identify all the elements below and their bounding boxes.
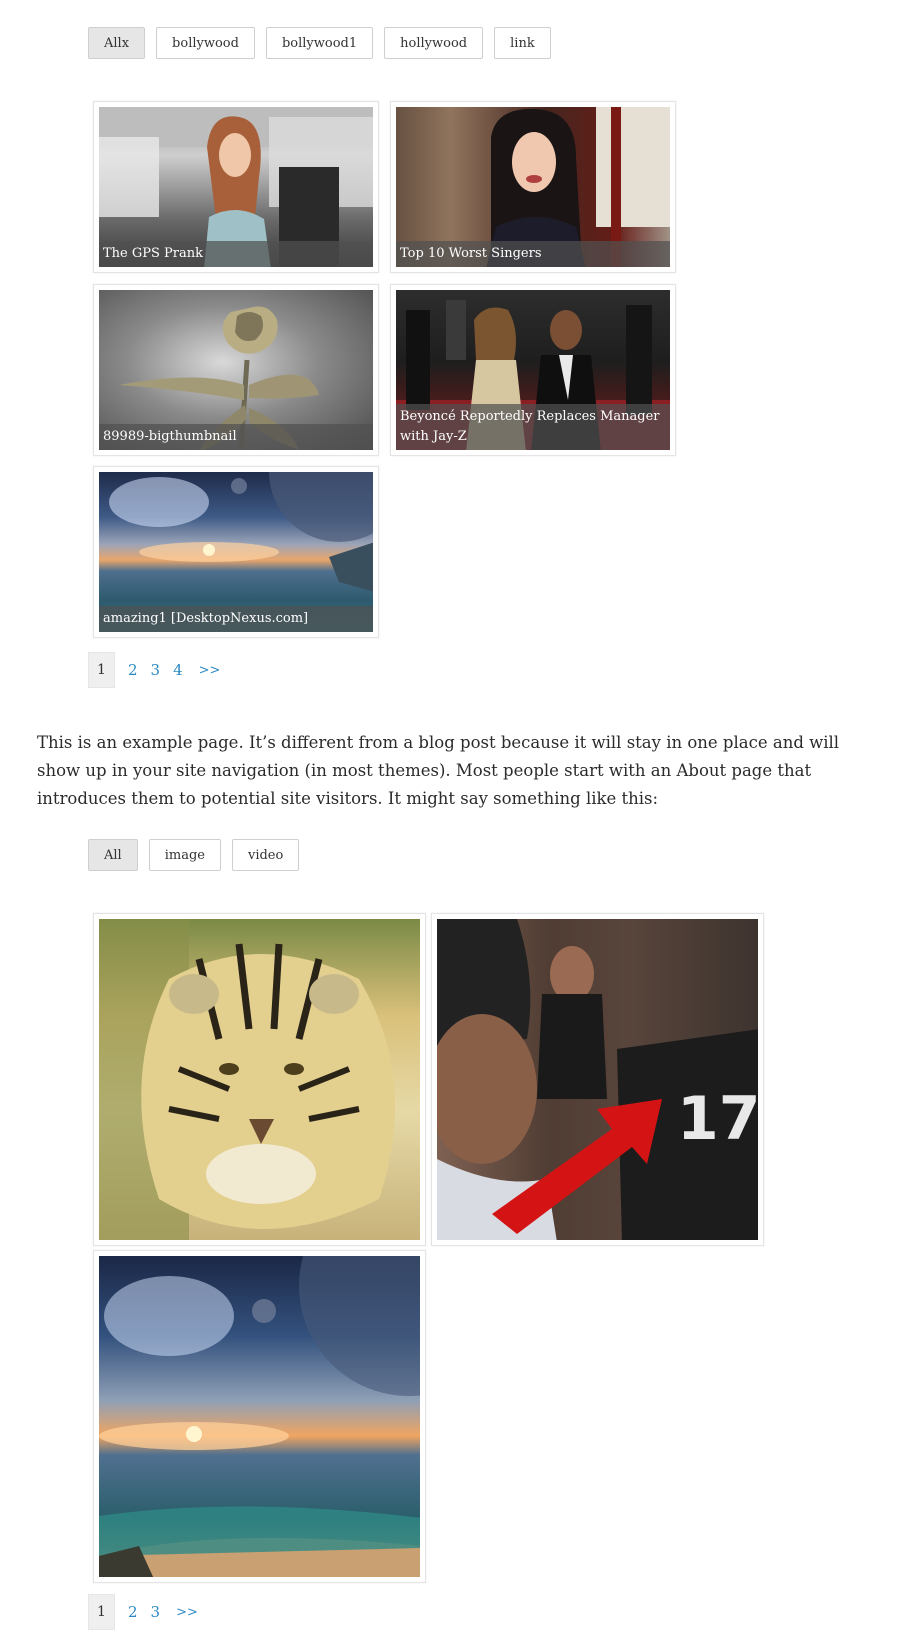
beyonce-thumbnail: Beyoncé Reportedly Replaces Manager with… <box>396 290 670 450</box>
gallery-item[interactable]: The GPS Prank <box>93 101 379 273</box>
gallery-item[interactable]: 17 <box>431 913 764 1246</box>
gallery-item[interactable]: Top 10 Worst Singers <box>390 101 676 273</box>
gallery-item[interactable] <box>93 913 426 1246</box>
next-page-link[interactable]: >> <box>176 1605 198 1620</box>
gallery-item[interactable]: Beyoncé Reportedly Replaces Manager with… <box>390 284 676 456</box>
filter-bollywood-button[interactable]: bollywood <box>156 27 255 59</box>
current-page: 1 <box>88 652 115 688</box>
gallery-caption: 89989-bigthumbnail <box>99 424 373 450</box>
gallery1-filter-bar: Allx bollywood bollywood1 hollywood link <box>88 27 551 59</box>
filter-link-button[interactable]: link <box>494 27 551 59</box>
filter-all-button[interactable]: Allx <box>88 27 146 59</box>
gallery-item[interactable]: amazing1 [DesktopNexus.com] <box>93 466 379 638</box>
gallery2-pagination: 1 2 3 >> <box>88 1594 198 1630</box>
filter-bollywood1-button[interactable]: bollywood1 <box>265 27 374 59</box>
page-paragraph: This is an example page. It’s different … <box>37 733 840 808</box>
gallery-item[interactable]: 89989-bigthumbnail <box>93 284 379 456</box>
tiger-thumbnail <box>99 919 420 1240</box>
rose-thumbnail: 89989-bigthumbnail <box>99 290 373 450</box>
gallery2-filter-bar: All image video <box>88 839 300 871</box>
filter-image-button[interactable]: image <box>148 839 221 871</box>
next-page-link[interactable]: >> <box>199 663 221 678</box>
gallery-caption: The GPS Prank <box>99 241 373 267</box>
gallery-item[interactable] <box>93 1250 426 1583</box>
amazing-space-large-thumbnail <box>99 1256 420 1577</box>
page-link-2[interactable]: 2 <box>128 661 138 679</box>
page-link-3[interactable]: 3 <box>151 1603 161 1621</box>
gallery-caption: Beyoncé Reportedly Replaces Manager with… <box>396 404 670 450</box>
gallery-caption: amazing1 [DesktopNexus.com] <box>99 606 373 632</box>
page-link-4[interactable]: 4 <box>173 661 183 679</box>
music-video-thumbnail: 17 <box>437 919 758 1240</box>
amazing-space-thumbnail: amazing1 [DesktopNexus.com] <box>99 472 373 632</box>
gallery1-pagination: 1 2 3 4 >> <box>88 652 220 688</box>
current-page: 1 <box>88 1594 115 1630</box>
gps-prank-thumbnail: The GPS Prank <box>99 107 373 267</box>
filter-all-button[interactable]: All <box>88 839 138 871</box>
gallery-caption: Top 10 Worst Singers <box>396 241 670 267</box>
page-link-3[interactable]: 3 <box>151 661 161 679</box>
worst-singers-thumbnail: Top 10 Worst Singers <box>396 107 670 267</box>
filter-hollywood-button[interactable]: hollywood <box>384 27 484 59</box>
filter-video-button[interactable]: video <box>231 839 300 871</box>
svg-text:17: 17 <box>677 1084 758 1154</box>
page-link-2[interactable]: 2 <box>128 1603 138 1621</box>
